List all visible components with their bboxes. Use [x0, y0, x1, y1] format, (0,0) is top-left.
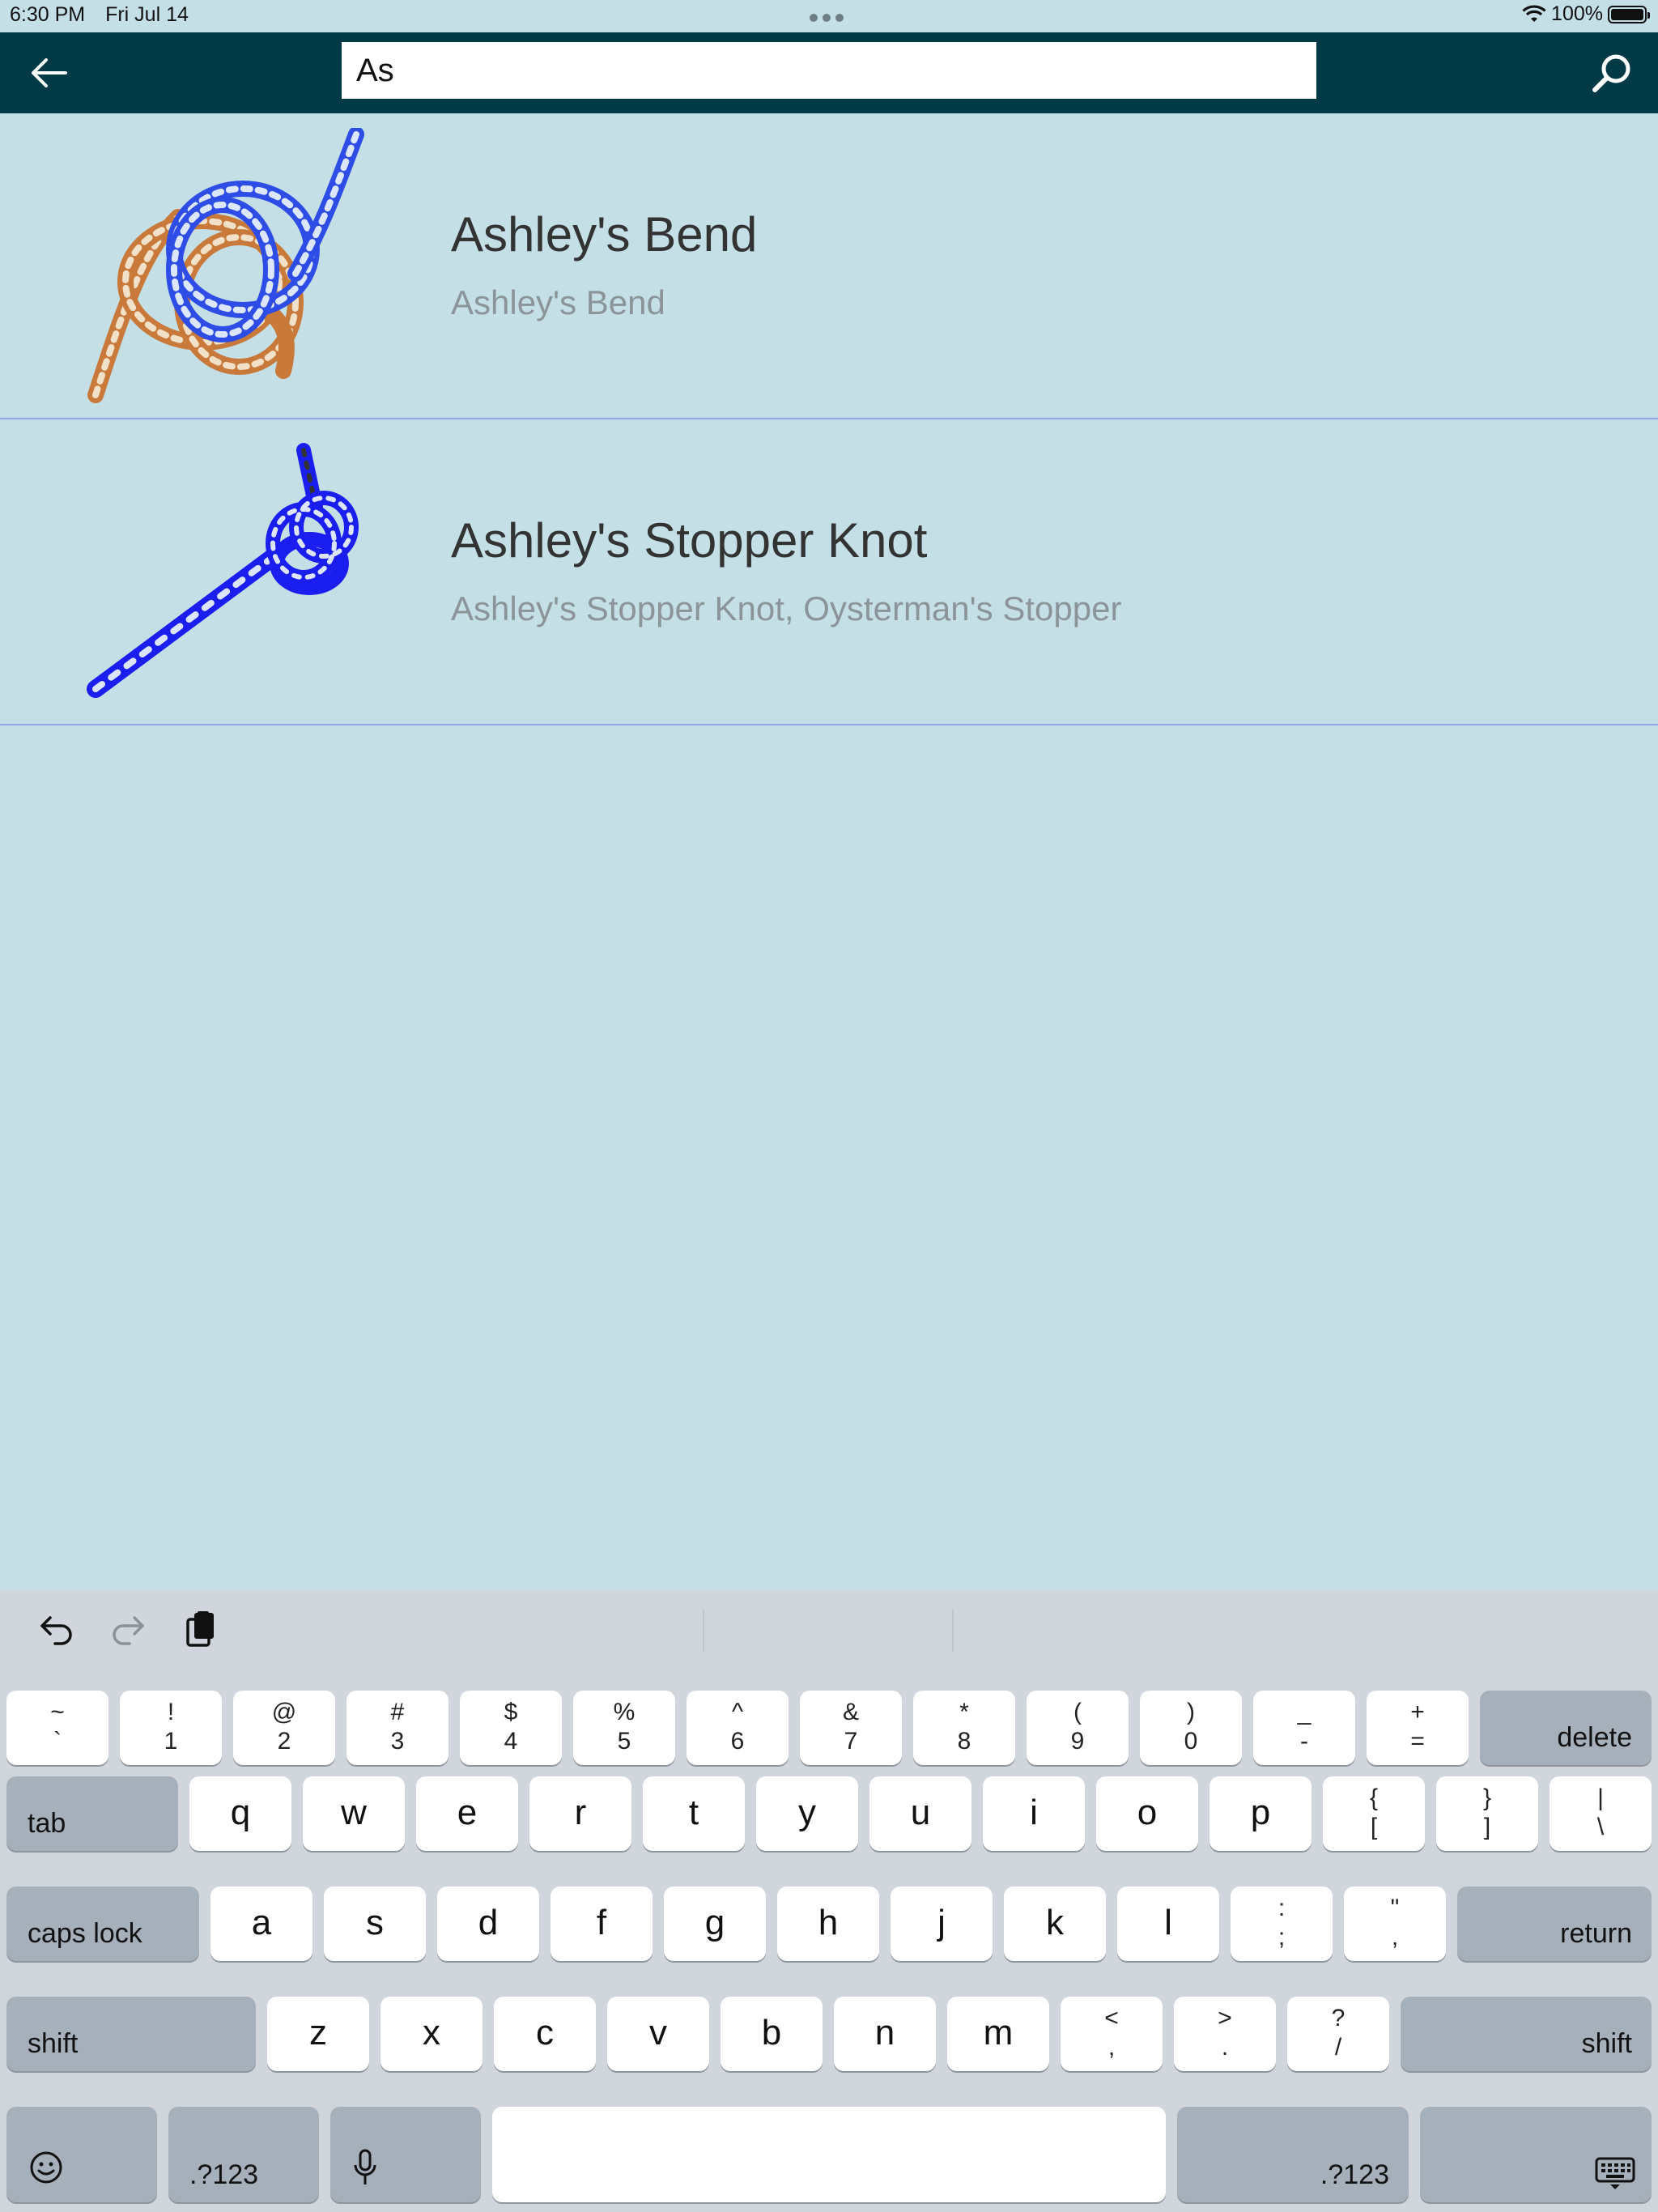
key-period[interactable]: > .: [1174, 1997, 1276, 2071]
emoji-key[interactable]: [6, 2107, 157, 2202]
space-key[interactable]: [492, 2107, 1166, 2202]
key-n[interactable]: n: [834, 1997, 936, 2071]
delete-key[interactable]: delete: [1480, 1691, 1652, 1765]
key-i[interactable]: i: [983, 1776, 1085, 1851]
key-k[interactable]: k: [1004, 1887, 1106, 1961]
key-bracket-right[interactable]: } ]: [1436, 1776, 1538, 1851]
wifi-icon: [1522, 5, 1546, 22]
key-d[interactable]: d: [437, 1887, 539, 1961]
key-minus[interactable]: _ -: [1253, 1691, 1355, 1765]
emoji-icon: [30, 2151, 62, 2184]
key-q[interactable]: q: [189, 1776, 291, 1851]
result-subtitle: Ashley's Bend: [451, 283, 665, 321]
key-9[interactable]: ( 9: [1027, 1691, 1129, 1765]
on-screen-keyboard: ~ ` ! 1 @ 2 # 3 $ 4 % 5 ^ 6 & 7 * 8 ( 9 …: [0, 1590, 1658, 2212]
key-b[interactable]: b: [721, 1997, 823, 2071]
key-f[interactable]: f: [551, 1887, 653, 1961]
key-bracket-left[interactable]: { [: [1323, 1776, 1425, 1851]
search-button[interactable]: [1580, 44, 1643, 102]
paste-icon: [186, 1611, 214, 1647]
key-5[interactable]: % 5: [573, 1691, 675, 1765]
dismiss-keyboard-key[interactable]: [1420, 2107, 1652, 2202]
result-item[interactable]: Ashley's Stopper Knot Ashley's Stopper K…: [0, 419, 1658, 725]
shift-right-key[interactable]: shift: [1401, 1997, 1652, 2071]
key-c[interactable]: c: [494, 1997, 596, 2071]
toolbar-separator: [952, 1610, 954, 1652]
redo-icon: [113, 1616, 144, 1645]
key-2[interactable]: @ 2: [233, 1691, 335, 1765]
key-t[interactable]: t: [643, 1776, 745, 1851]
key-z[interactable]: z: [267, 1997, 369, 2071]
status-date: Fri Jul 14: [105, 3, 189, 26]
key-g[interactable]: g: [664, 1887, 766, 1961]
key-j[interactable]: j: [891, 1887, 993, 1961]
result-title: Ashley's Bend: [451, 207, 758, 262]
back-button[interactable]: [18, 45, 79, 100]
paste-button[interactable]: [176, 1608, 225, 1650]
key-o[interactable]: o: [1096, 1776, 1198, 1851]
status-time-date: 6:30 PM Fri Jul 14: [10, 3, 203, 27]
key-r[interactable]: r: [529, 1776, 631, 1851]
key-w[interactable]: w: [303, 1776, 405, 1851]
key-h[interactable]: h: [777, 1887, 879, 1961]
key-comma[interactable]: < ,: [1061, 1997, 1163, 2071]
key-1[interactable]: ! 1: [120, 1691, 222, 1765]
results-list: Ashley's Bend Ashley's Bend Ashley's Sto…: [0, 113, 1658, 725]
key-semicolon[interactable]: : ;: [1231, 1887, 1333, 1961]
numbers-key-left[interactable]: .?123: [168, 2107, 319, 2202]
return-key[interactable]: return: [1457, 1887, 1652, 1961]
key-4[interactable]: $ 4: [460, 1691, 562, 1765]
status-time: 6:30 PM: [10, 3, 86, 26]
multitasking-dots-icon[interactable]: [810, 11, 848, 22]
keyboard-dismiss-icon: [1595, 2157, 1635, 2189]
key-3[interactable]: # 3: [346, 1691, 449, 1765]
numbers-key-right[interactable]: .?123: [1177, 2107, 1409, 2202]
key-s[interactable]: s: [324, 1887, 426, 1961]
status-bar: 6:30 PM Fri Jul 14 100%: [0, 0, 1658, 32]
navbar: [0, 32, 1658, 113]
ashleys-stopper-knot-image: [87, 443, 359, 698]
microphone-icon: [354, 2149, 376, 2184]
key-backslash[interactable]: | \: [1550, 1776, 1652, 1851]
key-backtick[interactable]: ~ `: [6, 1691, 108, 1765]
key-0[interactable]: ) 0: [1140, 1691, 1242, 1765]
key-slash[interactable]: ? /: [1287, 1997, 1389, 2071]
undo-button[interactable]: [32, 1608, 81, 1650]
key-y[interactable]: y: [756, 1776, 858, 1851]
search-icon: [1592, 54, 1630, 92]
key-v[interactable]: v: [607, 1997, 709, 2071]
key-p[interactable]: p: [1209, 1776, 1312, 1851]
key-6[interactable]: ^ 6: [687, 1691, 789, 1765]
result-item[interactable]: Ashley's Bend Ashley's Bend: [0, 113, 1658, 419]
battery-icon: [1608, 5, 1650, 23]
key-m[interactable]: m: [947, 1997, 1049, 2071]
caps-lock-key[interactable]: caps lock: [6, 1887, 199, 1961]
battery-percent: 100%: [1551, 2, 1603, 25]
key-x[interactable]: x: [380, 1997, 483, 2071]
status-right: 100%: [1522, 2, 1650, 26]
key-quote[interactable]: " ,: [1344, 1887, 1446, 1961]
key-l[interactable]: l: [1117, 1887, 1219, 1961]
search-input[interactable]: [342, 42, 1316, 99]
key-e[interactable]: e: [416, 1776, 518, 1851]
ashleys-bend-image: [87, 128, 364, 403]
keyboard-toolbar: [0, 1590, 1658, 1666]
arrow-left-icon: [32, 58, 67, 87]
shift-left-key[interactable]: shift: [6, 1997, 256, 2071]
tab-key[interactable]: tab: [6, 1776, 178, 1851]
result-subtitle: Ashley's Stopper Knot, Oysterman's Stopp…: [451, 589, 1122, 627]
undo-icon: [40, 1616, 72, 1645]
toolbar-separator: [703, 1610, 704, 1652]
key-7[interactable]: & 7: [800, 1691, 902, 1765]
result-title: Ashley's Stopper Knot: [451, 513, 928, 568]
redo-button[interactable]: [104, 1608, 152, 1650]
key-equals[interactable]: + =: [1367, 1691, 1469, 1765]
key-u[interactable]: u: [869, 1776, 971, 1851]
dictation-key[interactable]: [330, 2107, 481, 2202]
key-a[interactable]: a: [210, 1887, 312, 1961]
key-8[interactable]: * 8: [913, 1691, 1015, 1765]
